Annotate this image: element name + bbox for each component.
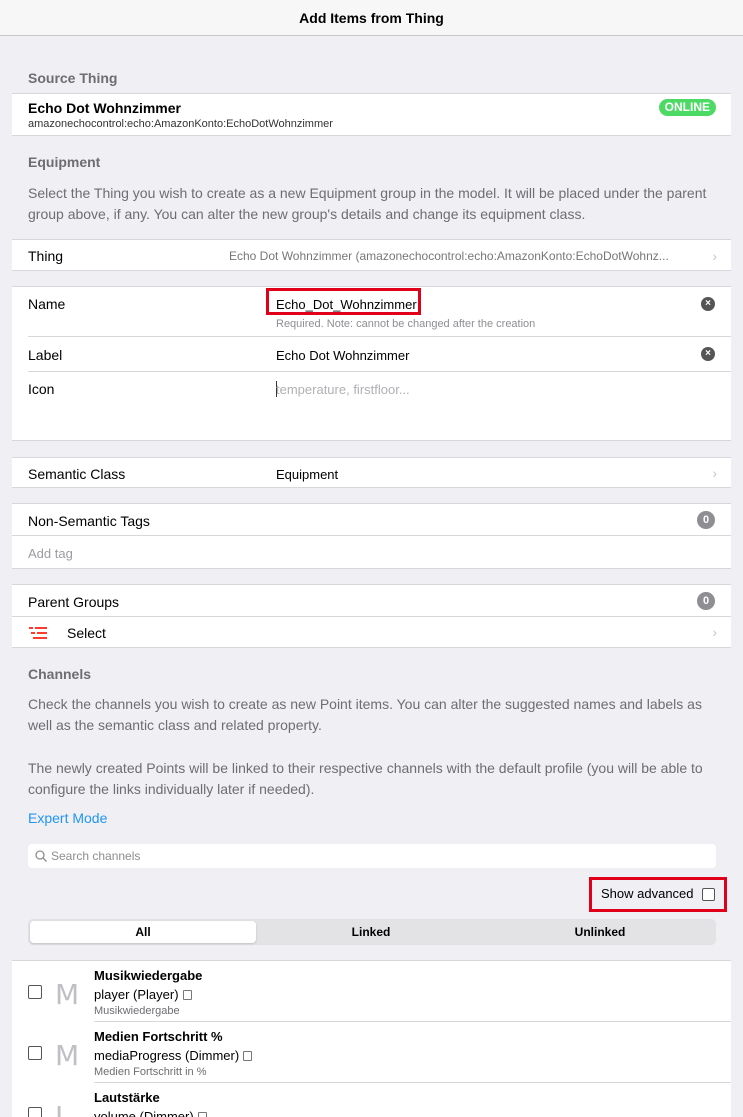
icon-input[interactable]: temperature, firstfloor... — [276, 382, 410, 397]
parent-groups-section: Parent Groups 0 Select › — [12, 584, 731, 648]
label-input[interactable]: Echo Dot Wohnzimmer — [276, 348, 409, 363]
channel-type: player (Player) — [94, 987, 179, 1002]
clear-label-icon[interactable]: × — [701, 347, 715, 361]
thing-label: Thing — [28, 248, 64, 264]
tags-section: Non-Semantic Tags 0 Add tag — [12, 503, 731, 569]
chevron-right-icon: › — [712, 624, 717, 640]
channel-type: mediaProgress (Dimmer) — [94, 1048, 240, 1063]
thing-select-row[interactable]: Thing Echo Dot Wohnzimmer (amazonechocon… — [12, 239, 731, 271]
thing-value: Echo Dot Wohnzimmer (amazonechocontrol:e… — [229, 249, 669, 263]
list-item[interactable]: L Lautstärke volume (Dimmer) — [12, 1083, 731, 1117]
copy-icon[interactable] — [243, 1051, 253, 1061]
channel-title: Medien Fortschritt % — [94, 1029, 223, 1044]
source-thing-uid: amazonechocontrol:echo:AmazonKonto:EchoD… — [28, 118, 333, 130]
search-channels[interactable]: Search channels — [28, 844, 716, 868]
list-icon — [29, 627, 47, 639]
channel-title: Lautstärke — [94, 1090, 160, 1105]
channel-checkbox[interactable] — [28, 1107, 42, 1117]
chevron-right-icon: › — [712, 465, 717, 481]
channel-filter-tabs: All Linked Unlinked — [28, 919, 716, 945]
tags-count-badge: 0 — [697, 511, 715, 529]
semantic-class-label: Semantic Class — [28, 466, 126, 482]
search-icon — [35, 850, 47, 862]
chevron-right-icon: › — [712, 248, 717, 264]
name-hint: Required. Note: cannot be changed after … — [276, 318, 536, 330]
list-item[interactable]: M Medien Fortschritt % mediaProgress (Di… — [12, 1022, 731, 1082]
select-parent-button[interactable]: Select › — [12, 617, 731, 648]
search-input[interactable]: Search channels — [51, 849, 140, 863]
channels-description: Check the channels you wish to create as… — [28, 696, 702, 733]
highlight-box — [266, 288, 421, 315]
channel-list: M Musikwiedergabe player (Player) Musikw… — [12, 960, 731, 1117]
channel-letter-icon: M — [55, 1039, 80, 1072]
channel-footer: Musikwiedergabe — [94, 1005, 180, 1017]
name-label: Name — [28, 296, 66, 312]
semantic-class-value: Equipment — [276, 467, 339, 482]
channel-footer: Medien Fortschritt in % — [94, 1066, 207, 1078]
source-thing-title: Source Thing — [28, 70, 118, 86]
copy-icon[interactable] — [182, 990, 192, 1000]
parent-groups-count-badge: 0 — [697, 592, 715, 610]
tags-label: Non-Semantic Tags — [28, 513, 150, 529]
channel-checkbox[interactable] — [28, 985, 42, 999]
copy-icon[interactable] — [197, 1112, 207, 1117]
tab-all[interactable]: All — [30, 921, 256, 943]
list-item[interactable]: M Musikwiedergabe player (Player) Musikw… — [12, 961, 731, 1021]
channels-link-description: The newly created Points will be linked … — [28, 760, 703, 797]
divider — [28, 336, 731, 337]
divider — [12, 535, 731, 536]
source-thing-card[interactable]: Echo Dot Wohnzimmer amazonechocontrol:ec… — [12, 93, 731, 136]
tab-linked[interactable]: Linked — [258, 921, 484, 943]
tab-unlinked[interactable]: Unlinked — [487, 921, 713, 943]
add-tag-input[interactable]: Add tag — [28, 546, 73, 561]
label-label: Label — [28, 347, 63, 363]
icon-label: Icon — [28, 381, 55, 397]
divider — [28, 371, 731, 372]
expert-mode-link[interactable]: Expert Mode — [28, 810, 107, 826]
source-thing-name: Echo Dot Wohnzimmer — [28, 100, 181, 116]
channel-title: Musikwiedergabe — [94, 968, 203, 983]
channels-title: Channels — [28, 666, 92, 682]
navbar: Add Items from Thing — [0, 0, 743, 36]
page-title: Add Items from Thing — [299, 10, 444, 26]
parent-groups-label: Parent Groups — [28, 594, 120, 610]
equipment-title: Equipment — [28, 154, 101, 170]
highlight-box — [589, 877, 727, 912]
equipment-description: Select the Thing you wish to create as a… — [28, 185, 707, 222]
channel-letter-icon: L — [55, 1100, 71, 1117]
channel-letter-icon: M — [55, 978, 80, 1011]
channel-checkbox[interactable] — [28, 1046, 42, 1060]
status-badge: ONLINE — [658, 99, 716, 116]
select-label: Select — [67, 625, 106, 641]
channel-type: volume (Dimmer) — [94, 1109, 194, 1117]
clear-name-icon[interactable]: × — [701, 297, 715, 311]
semantic-class-row[interactable]: Semantic Class Equipment › — [12, 457, 731, 488]
